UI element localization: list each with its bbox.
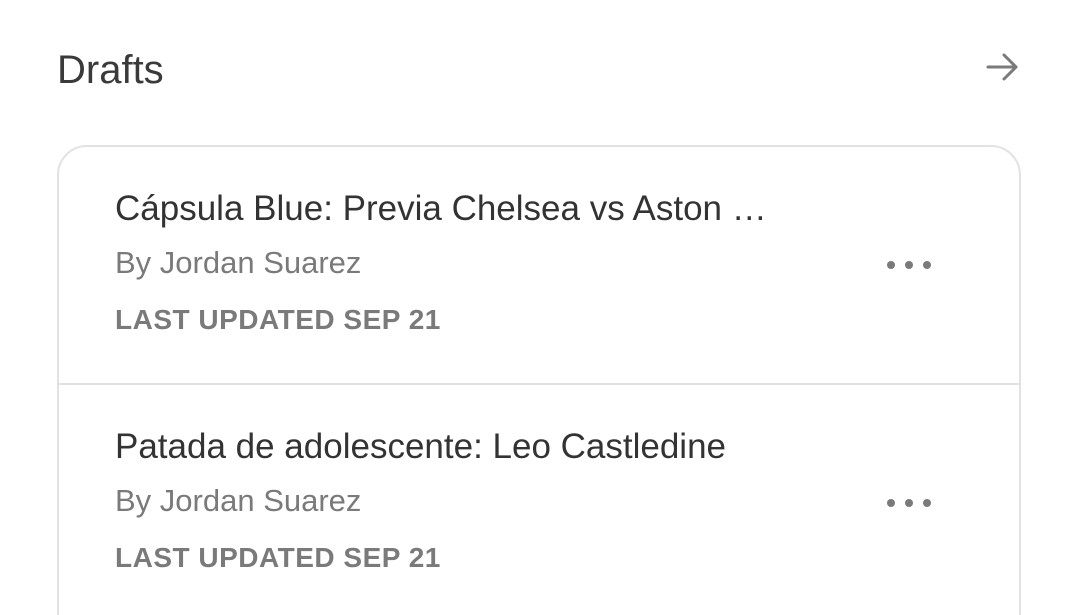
draft-author: By Jordan Suarez	[115, 483, 362, 518]
dot	[887, 499, 895, 507]
draft-last-updated: LAST UPDATED SEP 21	[115, 542, 441, 573]
dot	[887, 261, 895, 269]
more-options-icon[interactable]	[887, 245, 931, 285]
dot	[923, 499, 931, 507]
draft-item[interactable]: Cápsula Blue: Previa Chelsea vs Aston Vi…	[59, 147, 1019, 385]
drafts-header: Drafts	[57, 40, 1022, 100]
draft-last-updated: LAST UPDATED SEP 21	[115, 304, 441, 335]
draft-title: Patada de adolescente: Leo Castledine	[115, 427, 727, 466]
draft-title: Cápsula Blue: Previa Chelsea vs Aston Vi…	[115, 189, 775, 228]
drafts-title: Drafts	[57, 48, 164, 92]
dot	[905, 499, 913, 507]
drafts-list-card: Cápsula Blue: Previa Chelsea vs Aston Vi…	[57, 145, 1021, 615]
dot	[905, 261, 913, 269]
arrow-right-icon[interactable]	[984, 48, 1022, 86]
dot	[923, 261, 931, 269]
more-options-icon[interactable]	[887, 483, 931, 523]
draft-item[interactable]: Patada de adolescente: Leo Castledine By…	[59, 385, 1019, 615]
draft-author: By Jordan Suarez	[115, 245, 362, 280]
arrow-right-icon-graphic	[986, 53, 1018, 81]
